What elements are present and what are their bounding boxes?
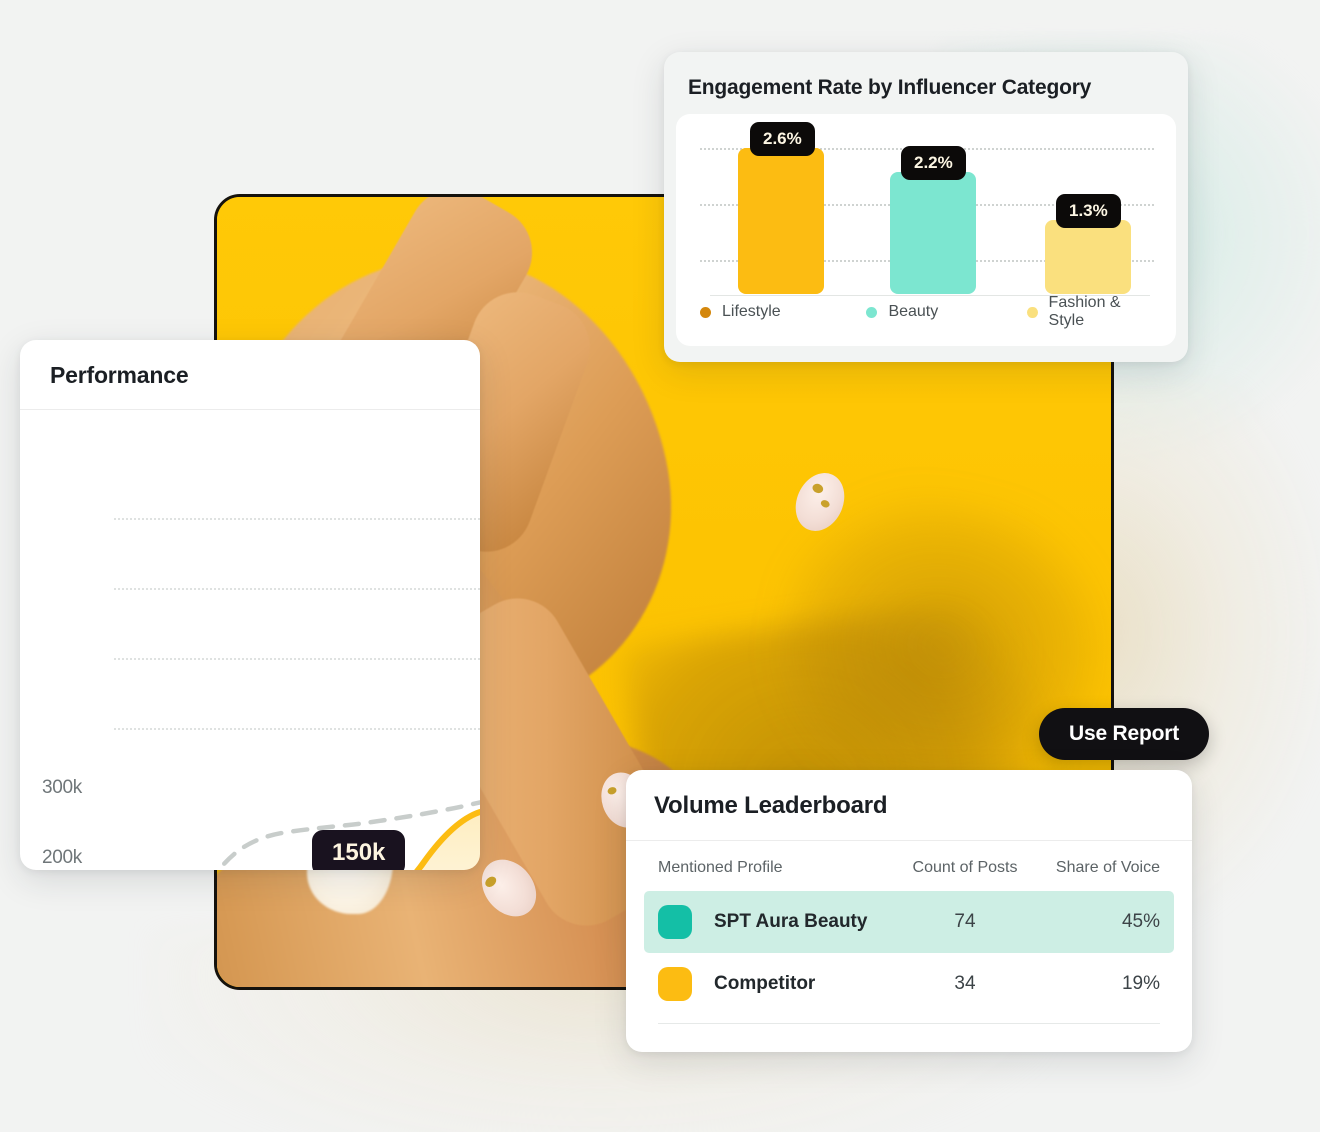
legend-dot-icon	[700, 306, 711, 318]
profile-cell: Competitor	[658, 967, 900, 1001]
bar-value-beauty: 2.2%	[901, 146, 966, 180]
engagement-rate-card: Engagement Rate by Influencer Category 2…	[664, 52, 1188, 362]
count-of-posts-value: 74	[954, 911, 976, 932]
legend-item-fashion-style[interactable]: Fashion & Style	[1027, 294, 1154, 330]
use-report-button[interactable]: Use Report	[1039, 708, 1210, 760]
legend-dot-icon	[866, 306, 878, 318]
column-header-share-of-voice: Share of Voice	[1055, 859, 1160, 876]
count-of-posts-value: 34	[954, 973, 976, 994]
table-bottom-rule	[658, 1023, 1160, 1024]
profile-name: SPT Aura Beauty	[714, 911, 868, 932]
column-header-count-of-posts: Count of Posts	[912, 859, 1018, 876]
bar-lifestyle[interactable]	[738, 148, 824, 294]
engagement-legend: Lifestyle Beauty Fashion & Style	[700, 294, 1154, 330]
share-of-voice-value: 19%	[1121, 973, 1160, 994]
legend-dot-icon	[1027, 306, 1038, 318]
profile-name: Competitor	[714, 973, 816, 994]
leaderboard-table-header: Mentioned Profile Count of Posts Share o…	[644, 841, 1174, 891]
performance-tooltip: 150k	[312, 830, 406, 870]
leaderboard-table: Mentioned Profile Count of Posts Share o…	[626, 841, 1192, 1024]
legend-label: Fashion & Style	[1048, 294, 1121, 329]
leaderboard-card-header: Volume Leaderboard	[626, 770, 1192, 841]
engagement-card-title: Engagement Rate by Influencer Category	[688, 76, 1092, 99]
share-of-voice-value: 45%	[1121, 911, 1160, 932]
performance-card: Performance 300k 200k 100k 0	[20, 340, 480, 870]
leaderboard-card-title: Volume Leaderboard	[654, 792, 888, 819]
bar-value-lifestyle: 2.6%	[750, 122, 815, 156]
bar-value-fashion-style: 1.3%	[1056, 194, 1121, 228]
engagement-bar-chart: 2.6% 2.2% 1.3%	[700, 122, 1154, 296]
legend-item-lifestyle[interactable]: Lifestyle	[700, 294, 866, 330]
table-row[interactable]: SPT Aura Beauty 74 45%	[644, 891, 1174, 953]
column-header-mentioned-profile: Mentioned Profile	[658, 859, 783, 876]
profile-cell: SPT Aura Beauty	[658, 905, 900, 939]
engagements-line	[414, 809, 480, 870]
bar-fashion-style[interactable]	[1045, 220, 1131, 294]
table-row[interactable]: Competitor 34 19%	[644, 953, 1174, 1015]
bar-beauty[interactable]	[890, 172, 976, 294]
legend-item-beauty[interactable]: Beauty	[866, 294, 1027, 330]
legend-label: Lifestyle	[722, 303, 781, 320]
engagement-chart-panel: 2.6% 2.2% 1.3% Lifestyle Beauty Fashion …	[676, 114, 1176, 346]
performance-chart-svg	[216, 800, 480, 870]
page-root: Engagement Rate by Influencer Category 2…	[0, 0, 1320, 1132]
volume-leaderboard-card: Volume Leaderboard Mentioned Profile Cou…	[626, 770, 1192, 1052]
series-color-swatch	[658, 967, 692, 1001]
series-color-swatch	[658, 905, 692, 939]
legend-label: Beauty	[888, 303, 939, 320]
